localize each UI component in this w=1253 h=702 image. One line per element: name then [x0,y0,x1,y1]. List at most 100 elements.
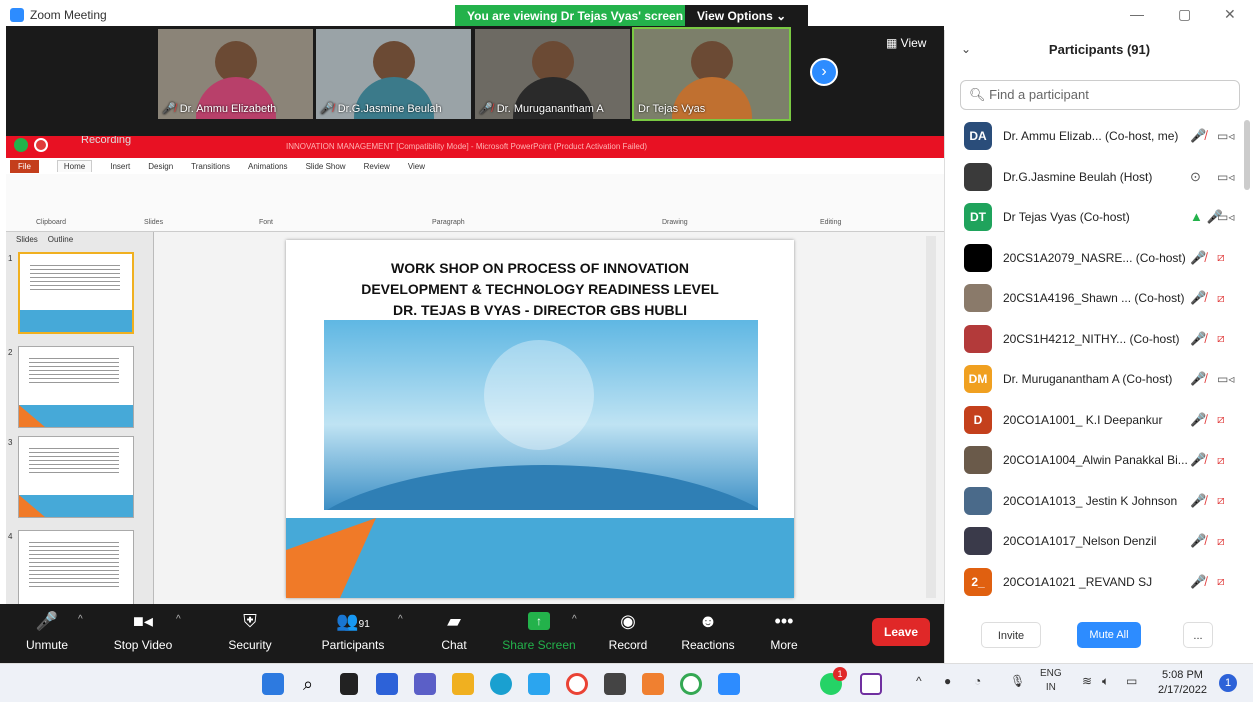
video-tile-tejas[interactable]: Dr Tejas Vyas [632,27,791,121]
snipping-tool-icon[interactable] [860,673,882,695]
more-button[interactable]: ••• More [766,604,802,663]
tray-sync-icon[interactable]: ◔ [974,674,981,688]
view-options-button[interactable]: View Options ⌄ [685,5,808,27]
slide-thumbnail-2[interactable] [18,346,134,428]
tray-chevron-icon[interactable]: ^ [916,674,922,688]
video-camera-icon: ▭◃ [1217,169,1235,184]
zoom-taskbar-icon[interactable] [718,673,740,695]
chrome-icon[interactable] [566,673,588,695]
slide-title-line-1: WORK SHOP ON PROCESS OF INNOVATION [391,260,689,276]
system-clock[interactable]: 5:08 PM 2/17/2022 [1158,668,1207,698]
app-title: Zoom Meeting [0,8,107,22]
chat-button[interactable]: ▰ Chat [436,604,472,663]
edge-icon[interactable] [490,673,512,695]
participant-row[interactable]: 20CO1A1004_Alwin Panakkal Bi... 🎤̸ ⧄ [945,440,1245,481]
app-title-text: Zoom Meeting [30,8,107,22]
teams-icon[interactable] [414,673,436,695]
muted-mic-icon: 🎤̸ [1190,290,1207,306]
tab-animations[interactable]: Animations [248,162,288,171]
tab-insert[interactable]: Insert [110,162,130,171]
task-view-icon[interactable] [340,673,358,695]
outlook-icon[interactable] [528,673,550,695]
tab-design[interactable]: Design [148,162,173,171]
file-explorer-icon[interactable] [452,673,474,695]
tab-view[interactable]: View [408,162,425,171]
next-page-button[interactable]: › [810,58,838,86]
video-options-chevron-icon[interactable]: ^ [176,614,181,625]
volume-icon[interactable]: 🔈︎ [1102,674,1109,689]
share-options-chevron-icon[interactable]: ^ [572,614,577,625]
start-icon[interactable] [262,673,284,695]
tile-name-text: Dr.G.Jasmine Beulah [337,102,442,115]
unmute-button[interactable]: 🎤 Unmute [22,604,72,663]
search-icon[interactable]: ⌕ [303,673,325,695]
tab-slides[interactable]: Slides [16,235,38,244]
microphone-icon[interactable]: 🎙 [1010,674,1025,688]
participant-row[interactable]: D 20CO1A1001_ K.I Deepankur 🎤̸ ⧄ [945,400,1245,441]
participants-chevron-icon[interactable]: ^ [398,614,403,625]
participant-row[interactable]: DA Dr. Ammu Elizab... (Co-host, me) 🎤̸ ▭◃ [945,116,1245,157]
view-button[interactable]: ▦ View [886,36,926,50]
participant-row[interactable]: DM Dr. Muruganantham A (Co-host) 🎤̸ ▭◃ [945,359,1245,400]
minimize-icon[interactable]: — [1130,6,1144,22]
widgets-icon[interactable] [376,673,398,695]
participant-name: 20CS1H4212_NITHY... (Co-host) [1003,331,1180,346]
tab-slide-show[interactable]: Slide Show [306,162,346,171]
tray-app-icon[interactable]: ● [944,674,951,688]
restore-icon[interactable]: ▢ [1178,6,1191,23]
participants-button[interactable]: 👥91 Participants [315,604,391,663]
muted-mic-icon: 🎤̸ [320,103,334,115]
smiley-icon: ☻ [698,611,718,631]
participant-name: 20CO1A1017_Nelson Denzil [1003,534,1157,549]
battery-icon[interactable]: ▭ [1126,674,1137,688]
muted-mic-icon: 🎤̸ [162,103,176,115]
tab-transitions[interactable]: Transitions [191,162,230,171]
tab-review[interactable]: Review [364,162,390,171]
reactions-button[interactable]: ☻ Reactions [678,604,738,663]
participant-row[interactable]: Dr.G.Jasmine Beulah (Host) ⊙ ▭◃ [945,157,1245,198]
slide-thumbnail-4[interactable] [18,530,134,604]
video-tile-muruganantham[interactable]: 🎤̸ Dr. Muruganantham A [475,29,630,119]
close-icon[interactable]: ✕ [1224,6,1236,23]
participant-row[interactable]: 20CO1A1017_Nelson Denzil 🎤̸ ⧄ [945,521,1245,562]
slide-thumbnail-1[interactable] [18,252,134,334]
participants-count: 91 [358,619,370,630]
mute-all-button[interactable]: Mute All [1077,622,1141,648]
more-label: More [770,638,798,652]
security-button[interactable]: ⛨ Security [225,604,275,663]
participant-row[interactable]: 20CS1A2079_NASRE... (Co-host) 🎤̸ ⧄ [945,238,1245,279]
invite-button[interactable]: Invite [981,622,1041,648]
slide-thumbnail-3[interactable] [18,436,134,518]
video-camera-icon: ▭◃ [1217,372,1235,387]
slides-panel: Slides Outline 1 2 3 4 [6,232,154,604]
stop-video-button[interactable]: ■◂ Stop Video [108,604,178,663]
share-screen-button[interactable]: ↑ Share Screen [500,604,578,663]
chat-bubble-icon: ▰ [447,611,461,631]
record-button[interactable]: ◉ Record [606,604,650,663]
slide-scrollbar[interactable] [926,236,936,598]
tab-file[interactable]: File [10,159,39,173]
panel-scrollbar[interactable] [1244,120,1250,190]
tab-outline[interactable]: Outline [48,235,73,244]
notification-badge[interactable]: 1 [1219,674,1237,692]
recording-label: Recording [81,136,132,146]
language-indicator[interactable]: ENG IN [1040,667,1062,695]
participant-row[interactable]: 20CO1A1013_ Jestin K Johnson 🎤̸ ⧄ [945,481,1245,522]
wifi-icon[interactable]: ≋ [1082,674,1092,688]
video-tile-jasmine[interactable]: 🎤̸ Dr.G.Jasmine Beulah [316,29,471,119]
chrome-profile-icon[interactable] [680,673,702,695]
app-m-icon[interactable] [642,673,664,695]
leave-button[interactable]: Leave [872,618,930,646]
participant-row[interactable]: 2_ 20CO1A1021 _REVAND SJ 🎤̸ ⧄ [945,562,1245,603]
video-tile-ammu[interactable]: 🎤̸ Dr. Ammu Elizabeth [158,29,313,119]
participant-row[interactable]: DT Dr Tejas Vyas (Co-host) ▲ 🎤 ▭◃ [945,197,1245,238]
group-paragraph: Paragraph [432,219,465,226]
participant-row[interactable]: 20CS1A4196_Shawn ... (Co-host) 🎤̸ ⧄ [945,278,1245,319]
more-options-button[interactable]: ... [1183,622,1213,648]
audio-options-chevron-icon[interactable]: ^ [78,614,83,625]
participant-row[interactable]: 20CS1H4212_NITHY... (Co-host) 🎤̸ ⧄ [945,319,1245,360]
participant-search-input[interactable]: 🔍︎ Find a participant [960,80,1240,110]
app-l-icon[interactable] [604,673,626,695]
tab-home[interactable]: Home [56,160,93,172]
slide-title: WORK SHOP ON PROCESS OF INNOVATION DEVEL… [286,258,794,321]
